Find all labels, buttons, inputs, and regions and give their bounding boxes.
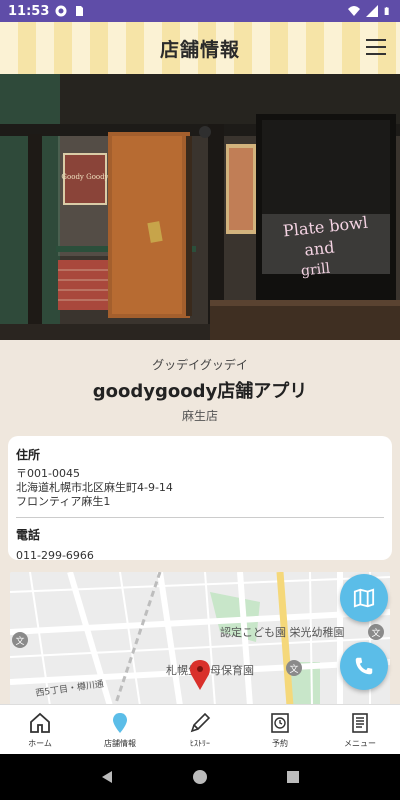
nav-store-info[interactable]: 店舗情報 — [80, 705, 160, 754]
clock-icon — [271, 712, 289, 733]
phone-label: 電話 — [16, 528, 41, 542]
nav-history[interactable]: ﾋｽﾄﾘｰ — [160, 705, 240, 754]
window-text-3: grill — [300, 260, 331, 279]
svg-text:文: 文 — [15, 635, 24, 647]
store-map[interactable]: 文 文 文 認定こども園 栄光幼稚園 札幌生雲母保育園 西5丁目・樽川通 — [10, 572, 390, 706]
map-label-kindergarten: 認定こども園 栄光幼稚園 — [220, 625, 345, 639]
home-button-icon[interactable] — [192, 769, 208, 785]
address-line2: フロンティア麻生1 — [16, 495, 111, 508]
address-label: 住所 — [16, 448, 41, 462]
android-navigation-bar — [0, 754, 400, 800]
store-name-kana: グッデイグッデイ — [152, 358, 248, 372]
nav-history-label: ﾋｽﾄﾘｰ — [190, 738, 210, 748]
window-text-2: and — [303, 238, 335, 260]
address-line1: 北海道札幌市北区麻生町4-9-14 — [16, 481, 173, 494]
nav-menu[interactable]: メニュー — [320, 705, 400, 754]
app-header: 店舗情報 — [0, 22, 400, 74]
divider — [16, 517, 384, 518]
phone-icon — [355, 657, 373, 675]
school-marker: 文 — [12, 632, 28, 648]
page-title: 店舗情報 — [159, 38, 240, 61]
call-button[interactable] — [340, 642, 388, 690]
map-icon — [353, 588, 375, 608]
nav-reservation[interactable]: 予約 — [240, 705, 320, 754]
status-time: 11:53 — [8, 3, 50, 19]
nav-home-label: ホーム — [28, 738, 52, 748]
wifi-icon — [348, 6, 360, 16]
nav-home[interactable]: ホーム — [0, 705, 80, 754]
store-name: goodygoody店舗アプリ — [92, 381, 308, 402]
battery-icon — [384, 7, 389, 15]
sd-card-icon — [76, 6, 84, 16]
nav-store-info-label: 店舗情報 — [104, 738, 136, 748]
store-branch: 麻生店 — [181, 409, 218, 423]
signal-icon — [366, 5, 378, 17]
map-open-button[interactable] — [340, 574, 388, 622]
store-info-card: 住所 〒001-0045 北海道札幌市北区麻生町4-9-14 フロンティア麻生1… — [8, 436, 392, 563]
phone-number[interactable]: 011-299-6966 — [16, 549, 384, 563]
hamburger-menu-button[interactable] — [366, 36, 386, 58]
back-icon[interactable] — [99, 769, 115, 785]
menu-book-icon — [352, 712, 368, 733]
recents-icon[interactable] — [285, 769, 301, 785]
status-bar: 11:53 — [0, 0, 400, 22]
svg-text:文: 文 — [289, 663, 298, 675]
nav-menu-label: メニュー — [344, 738, 376, 748]
notification-app-icon — [55, 5, 67, 17]
home-icon — [30, 712, 50, 733]
school-marker: 文 — [286, 660, 302, 676]
school-marker: 文 — [368, 624, 384, 640]
svg-text:文: 文 — [371, 627, 380, 639]
pen-icon — [190, 712, 211, 732]
nav-reservation-label: 予約 — [272, 738, 288, 748]
store-photo: Goody Goody Plate bowl and grill — [0, 74, 400, 340]
bottom-navigation: ホーム 店舗情報 ﾋｽﾄﾘｰ 予約 メニュー — [0, 704, 400, 754]
map-label-nursery: 札幌生雲母保育園 — [166, 663, 254, 677]
location-pin-icon — [113, 712, 127, 733]
store-heading: グッデイグッデイ goodygoody店舗アプリ 麻生店 — [0, 356, 400, 424]
address-postal: 〒001-0045 — [16, 467, 80, 480]
